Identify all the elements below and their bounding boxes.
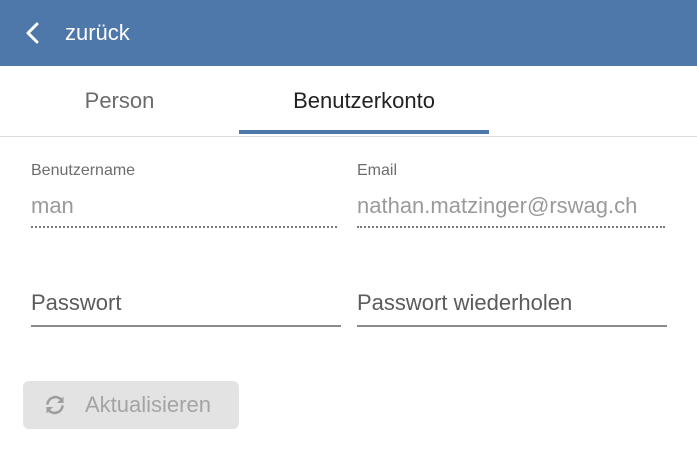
email-label: Email [357,162,398,179]
update-button[interactable]: Aktualisieren [23,381,239,429]
active-tab-indicator [239,130,489,134]
tab-bar: Person Benutzerkonto [0,66,697,137]
email-underline [357,226,665,228]
tab-benutzerkonto[interactable]: Benutzerkonto [239,66,489,136]
username-value: man [31,193,74,218]
username-label: Benutzername [31,162,136,179]
password-input[interactable] [31,281,341,327]
chevron-left-icon[interactable] [22,20,44,46]
refresh-icon [46,395,64,415]
back-header[interactable]: zurück [0,0,697,66]
back-label[interactable]: zurück [65,0,130,66]
update-button-label: Aktualisieren [85,392,211,417]
tab-person[interactable]: Person [0,66,239,136]
password-repeat-input[interactable] [357,281,667,327]
username-underline [31,226,337,228]
email-value: nathan.matzinger@rswag.ch [357,193,638,218]
